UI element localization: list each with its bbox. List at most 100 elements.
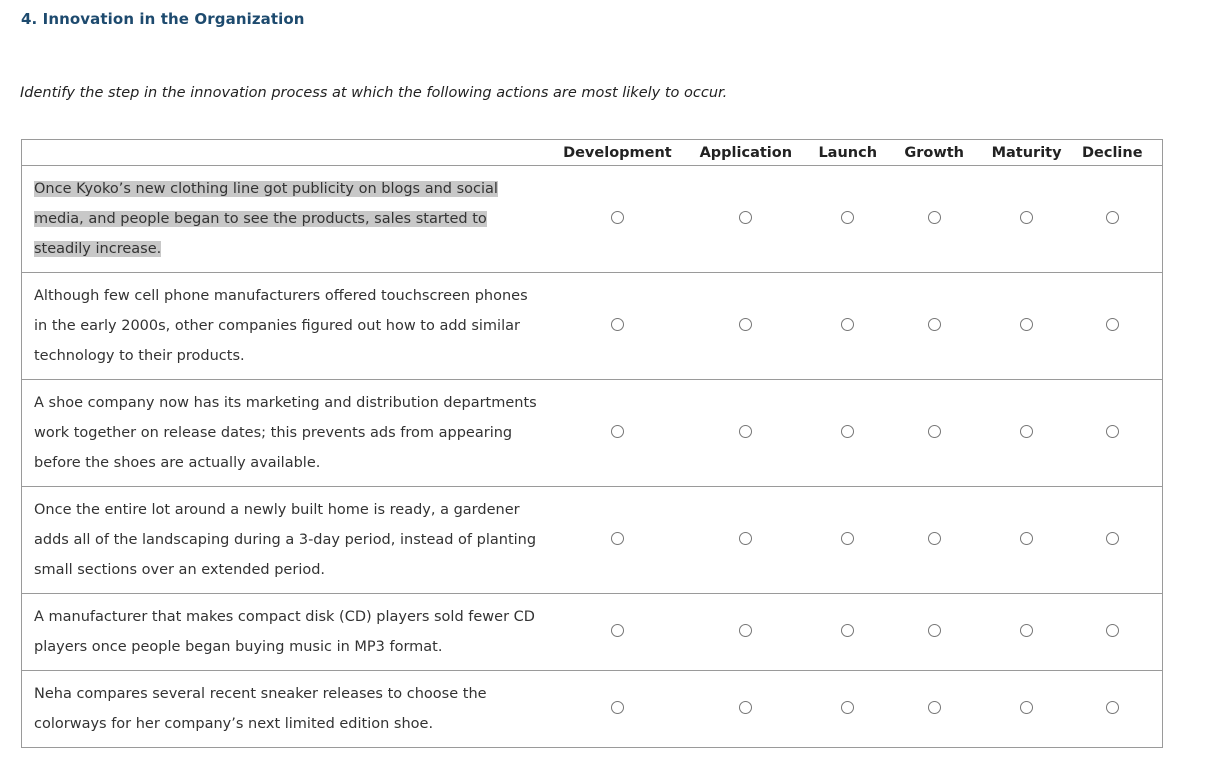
question-instructions: Identify the step in the innovation proc…: [20, 85, 728, 101]
radio-application[interactable]: [739, 424, 753, 438]
radio-maturity[interactable]: [1020, 210, 1034, 224]
radio-application[interactable]: [739, 531, 753, 545]
radio-launch[interactable]: [841, 317, 855, 331]
option-cell-maturity: [990, 670, 1063, 748]
radio-decline[interactable]: [1105, 424, 1119, 438]
option-cell-application: [673, 670, 818, 748]
statement-cell: A shoe company now has its marketing and…: [21, 379, 561, 487]
option-cell-application: [673, 593, 818, 671]
option-cell-development: [560, 379, 674, 487]
table-row: Although few cell phone manufacturers of…: [21, 272, 1163, 380]
option-cell-maturity: [990, 486, 1063, 594]
option-cell-application: [673, 486, 818, 594]
option-cell-maturity: [990, 165, 1063, 273]
option-cell-decline: [1062, 165, 1163, 273]
statement-text: A manufacturer that makes compact disk (…: [34, 609, 535, 655]
option-cell-development: [560, 593, 674, 671]
option-cell-decline: [1062, 272, 1163, 380]
option-cell-development: [560, 165, 674, 273]
statement-cell: A manufacturer that makes compact disk (…: [21, 593, 561, 671]
option-cell-maturity: [990, 379, 1063, 487]
table-row: Once Kyoko’s new clothing line got publi…: [21, 165, 1163, 273]
option-cell-application: [673, 272, 818, 380]
column-header-application: Application: [673, 139, 818, 166]
radio-decline[interactable]: [1105, 700, 1119, 714]
radio-maturity[interactable]: [1020, 531, 1034, 545]
option-cell-decline: [1062, 593, 1163, 671]
column-header-maturity: Maturity: [990, 139, 1063, 166]
option-cell-launch: [817, 486, 878, 594]
radio-development[interactable]: [610, 424, 624, 438]
radio-maturity[interactable]: [1020, 317, 1034, 331]
statement-text: Neha compares several recent sneaker rel…: [34, 686, 487, 732]
header-statement: [21, 139, 561, 166]
statement-text: Although few cell phone manufacturers of…: [34, 288, 528, 364]
statement-text: A shoe company now has its marketing and…: [34, 395, 537, 471]
radio-launch[interactable]: [841, 210, 855, 224]
statement-cell: Once the entire lot around a newly built…: [21, 486, 561, 594]
radio-application[interactable]: [739, 210, 753, 224]
option-cell-decline: [1062, 670, 1163, 748]
radio-development[interactable]: [610, 700, 624, 714]
radio-application[interactable]: [739, 623, 753, 637]
radio-application[interactable]: [739, 317, 753, 331]
radio-development[interactable]: [610, 317, 624, 331]
radio-decline[interactable]: [1105, 531, 1119, 545]
radio-maturity[interactable]: [1020, 700, 1034, 714]
option-cell-maturity: [990, 593, 1063, 671]
radio-launch[interactable]: [841, 424, 855, 438]
statement-text: Once Kyoko’s new clothing line got publi…: [34, 181, 498, 257]
option-cell-decline: [1062, 379, 1163, 487]
option-cell-application: [673, 379, 818, 487]
option-cell-growth: [877, 670, 991, 748]
column-header-launch: Launch: [817, 139, 878, 166]
radio-decline[interactable]: [1105, 317, 1119, 331]
table-row: A shoe company now has its marketing and…: [21, 379, 1163, 487]
radio-decline[interactable]: [1105, 623, 1119, 637]
option-cell-growth: [877, 379, 991, 487]
radio-maturity[interactable]: [1020, 424, 1034, 438]
radio-development[interactable]: [610, 531, 624, 545]
question-title: 4. Innovation in the Organization: [21, 10, 305, 28]
option-cell-development: [560, 670, 674, 748]
option-cell-launch: [817, 272, 878, 380]
option-cell-growth: [877, 165, 991, 273]
header-row: Development Application Launch Growth Ma…: [21, 139, 1163, 166]
option-cell-launch: [817, 379, 878, 487]
option-cell-launch: [817, 670, 878, 748]
option-cell-development: [560, 486, 674, 594]
radio-growth[interactable]: [927, 531, 941, 545]
radio-decline[interactable]: [1105, 210, 1119, 224]
option-cell-launch: [817, 593, 878, 671]
radio-launch[interactable]: [841, 531, 855, 545]
radio-growth[interactable]: [927, 317, 941, 331]
radio-maturity[interactable]: [1020, 623, 1034, 637]
option-cell-growth: [877, 272, 991, 380]
radio-growth[interactable]: [927, 424, 941, 438]
option-cell-launch: [817, 165, 878, 273]
matching-grid: Development Application Launch Growth Ma…: [21, 139, 1163, 748]
option-cell-decline: [1062, 486, 1163, 594]
radio-application[interactable]: [739, 700, 753, 714]
option-cell-growth: [877, 486, 991, 594]
statement-cell: Once Kyoko’s new clothing line got publi…: [21, 165, 561, 273]
radio-launch[interactable]: [841, 700, 855, 714]
radio-development[interactable]: [610, 623, 624, 637]
option-cell-development: [560, 272, 674, 380]
table-row: A manufacturer that makes compact disk (…: [21, 593, 1163, 671]
option-cell-application: [673, 165, 818, 273]
radio-growth[interactable]: [927, 623, 941, 637]
statement-cell: Neha compares several recent sneaker rel…: [21, 670, 561, 748]
option-cell-maturity: [990, 272, 1063, 380]
table-row: Once the entire lot around a newly built…: [21, 486, 1163, 594]
radio-growth[interactable]: [927, 700, 941, 714]
column-header-growth: Growth: [877, 139, 991, 166]
option-cell-growth: [877, 593, 991, 671]
column-header-decline: Decline: [1062, 139, 1163, 166]
table-row: Neha compares several recent sneaker rel…: [21, 670, 1163, 748]
radio-development[interactable]: [610, 210, 624, 224]
radio-launch[interactable]: [841, 623, 855, 637]
statement-cell: Although few cell phone manufacturers of…: [21, 272, 561, 380]
radio-growth[interactable]: [927, 210, 941, 224]
statement-text: Once the entire lot around a newly built…: [34, 502, 537, 578]
